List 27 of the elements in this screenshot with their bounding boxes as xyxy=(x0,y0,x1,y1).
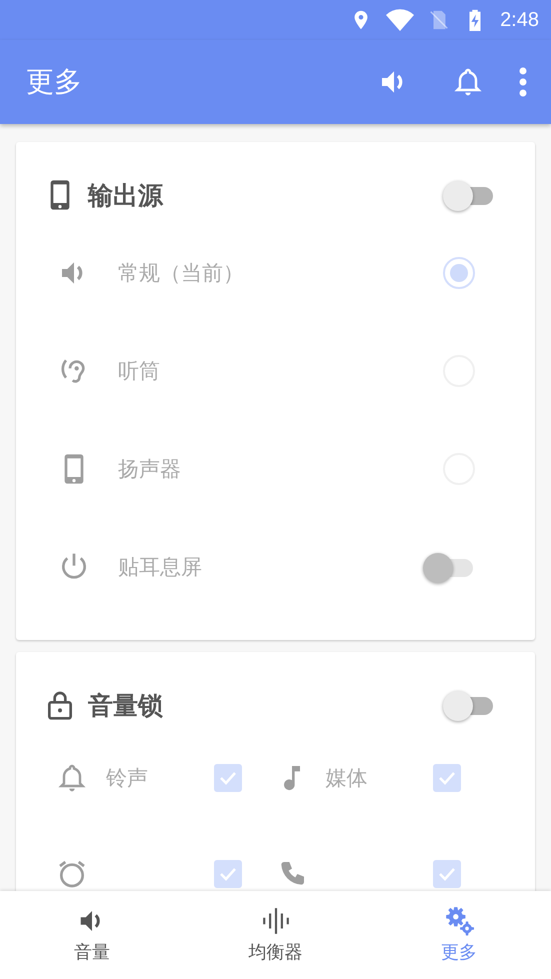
option-label: 听筒 xyxy=(118,358,161,385)
option-label: 铃声 xyxy=(106,765,149,792)
option-label: 贴耳息屏 xyxy=(118,554,203,581)
section-title: 输出源 xyxy=(88,180,164,212)
equalizer-icon xyxy=(260,906,290,936)
toggle-switch[interactable] xyxy=(423,551,475,583)
toggle-switch[interactable] xyxy=(443,689,495,721)
bell-icon xyxy=(56,762,88,794)
more-vert-icon xyxy=(519,67,527,97)
nav-tab[interactable]: 音量 xyxy=(0,891,184,979)
option-label: 常规（当前） xyxy=(118,260,245,287)
status-time: 2:48 xyxy=(500,8,539,32)
checkbox[interactable] xyxy=(214,764,242,792)
toggle-switch[interactable] xyxy=(443,179,495,211)
bell-icon xyxy=(452,66,484,98)
toolbar-title: 更多 xyxy=(26,64,83,100)
option-label: 扬声器 xyxy=(118,456,182,483)
no-sim-icon xyxy=(428,9,450,31)
wifi-icon xyxy=(386,9,414,31)
checkbox[interactable] xyxy=(433,860,461,888)
radio-button[interactable] xyxy=(443,257,475,289)
nav-tab[interactable]: 均衡器 xyxy=(184,891,368,979)
checkbox[interactable] xyxy=(214,860,242,888)
section-title: 音量锁 xyxy=(88,690,164,722)
checkbox[interactable] xyxy=(433,764,461,792)
option-label: 媒体 xyxy=(326,765,368,792)
gears-icon xyxy=(444,906,474,936)
